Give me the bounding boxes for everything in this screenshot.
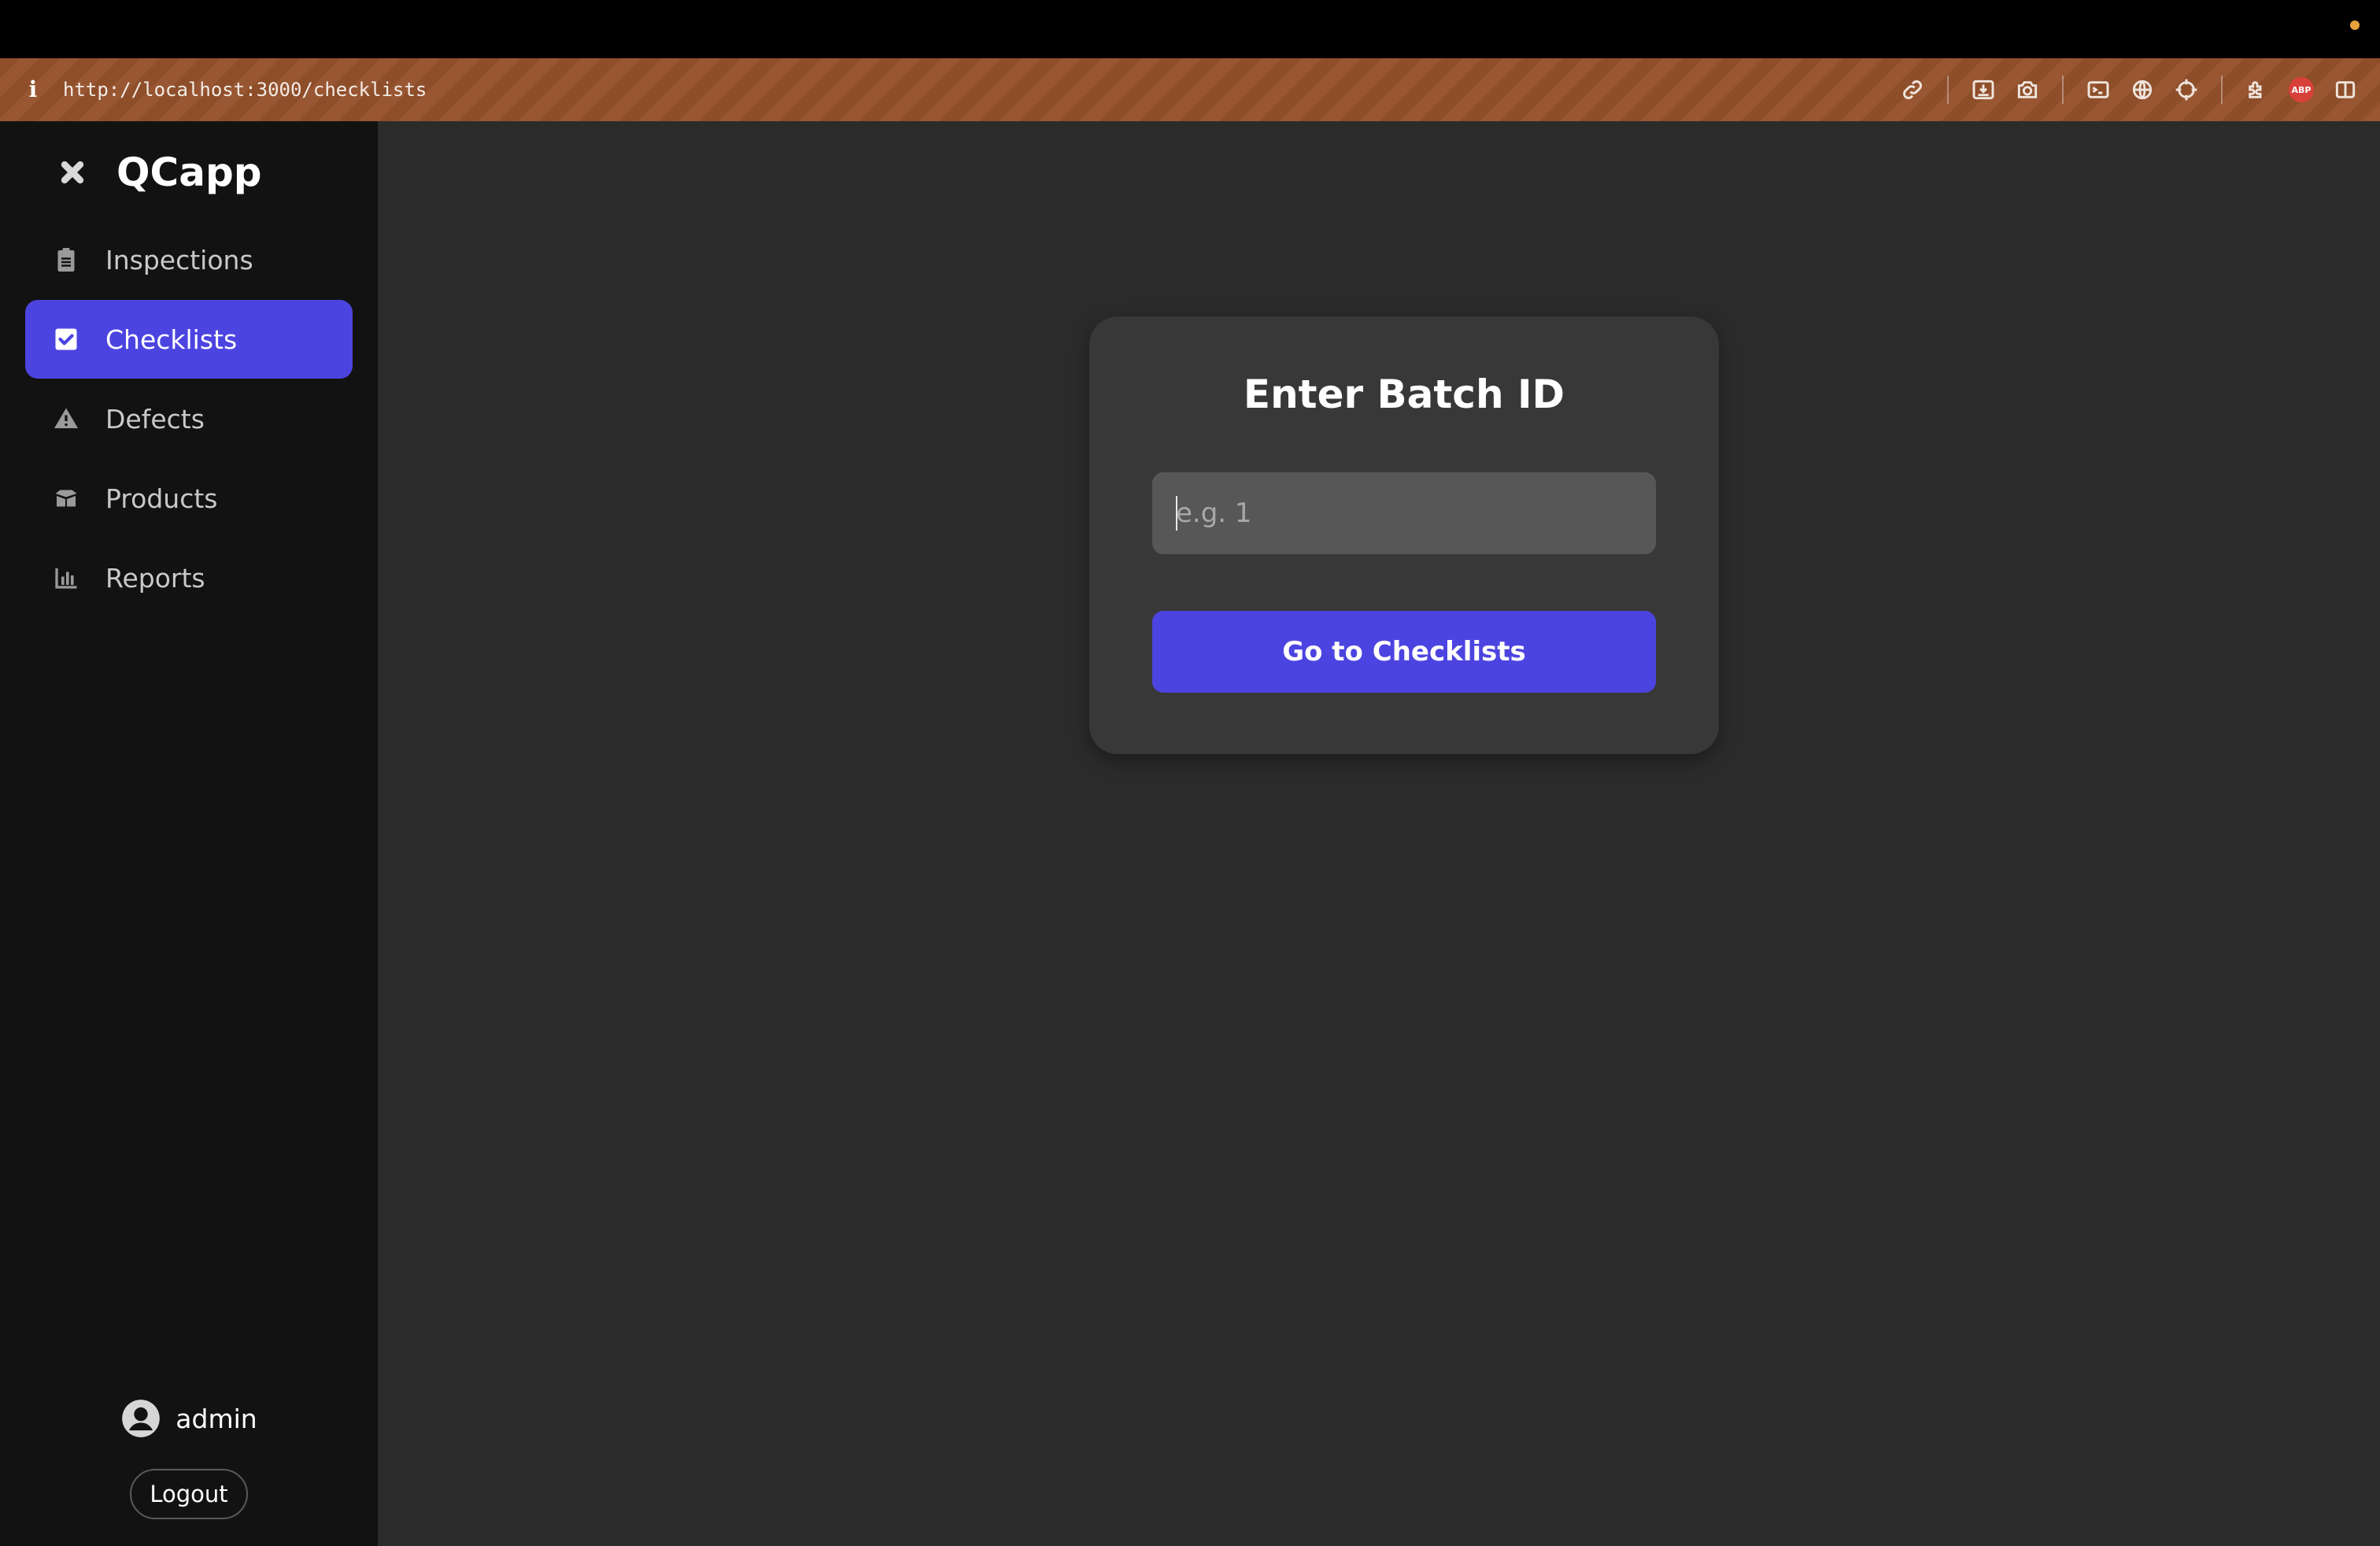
window-top-bar [0,0,2380,58]
url-text[interactable]: http://localhost:3000/checklists [63,74,427,105]
toolbar-divider [2221,76,2223,104]
globe-icon[interactable] [2125,72,2160,107]
warning-icon [50,403,82,435]
box-icon [50,483,82,514]
card-title: Enter Batch ID [1243,372,1565,417]
user-name: admin [176,1403,257,1434]
app-title: QCapp [116,150,262,195]
avatar-icon [120,1398,161,1439]
sidebar-item-defects[interactable]: Defects [25,379,353,458]
clipboard-icon [50,244,82,276]
browser-url-bar: i http://localhost:3000/checklists ABP [0,58,2380,121]
checkbox-icon [50,324,82,355]
toolbar-divider [1947,76,1949,104]
close-sidebar-icon[interactable] [55,155,90,190]
sidebar-item-reports[interactable]: Reports [25,538,353,617]
sidebar: QCapp Inspections Checklists Defects Pro… [0,121,378,1546]
user-profile: admin [0,1398,378,1439]
link-icon[interactable] [1895,72,1930,107]
go-to-checklists-button[interactable]: Go to Checklists [1152,611,1656,693]
sidebar-item-label: Inspections [105,244,253,276]
extensions-icon[interactable] [2240,72,2275,107]
camera-icon[interactable] [2010,72,2045,107]
sidebar-item-label: Reports [105,562,205,594]
logout-button[interactable]: Logout [130,1469,248,1519]
adblock-icon[interactable]: ABP [2284,72,2319,107]
sidebar-item-label: Products [105,483,218,514]
sidebar-item-inspections[interactable]: Inspections [25,220,353,299]
text-cursor [1176,496,1177,531]
save-page-icon[interactable] [1966,72,2001,107]
toolbar-divider [2062,76,2064,104]
batch-id-card: Enter Batch ID Go to Checklists [1089,316,1719,754]
sidebar-item-checklists[interactable]: Checklists [25,300,353,379]
batch-id-input[interactable] [1152,472,1656,554]
browser-toolbar: ABP [1886,72,2363,107]
sidebar-brand: QCapp [55,145,262,200]
terminal-icon[interactable] [2081,72,2116,107]
sidebar-nav: Inspections Checklists Defects Products … [25,220,353,618]
crosshair-icon[interactable] [2169,72,2204,107]
sidebar-item-label: Defects [105,403,205,435]
adblock-label: ABP [2289,77,2314,102]
site-info-icon[interactable]: i [24,74,42,105]
bar-chart-icon [50,562,82,594]
split-view-icon[interactable] [2328,72,2363,107]
sidebar-item-products[interactable]: Products [25,459,353,538]
recording-dot-icon [2350,20,2360,30]
sidebar-item-label: Checklists [105,324,238,355]
